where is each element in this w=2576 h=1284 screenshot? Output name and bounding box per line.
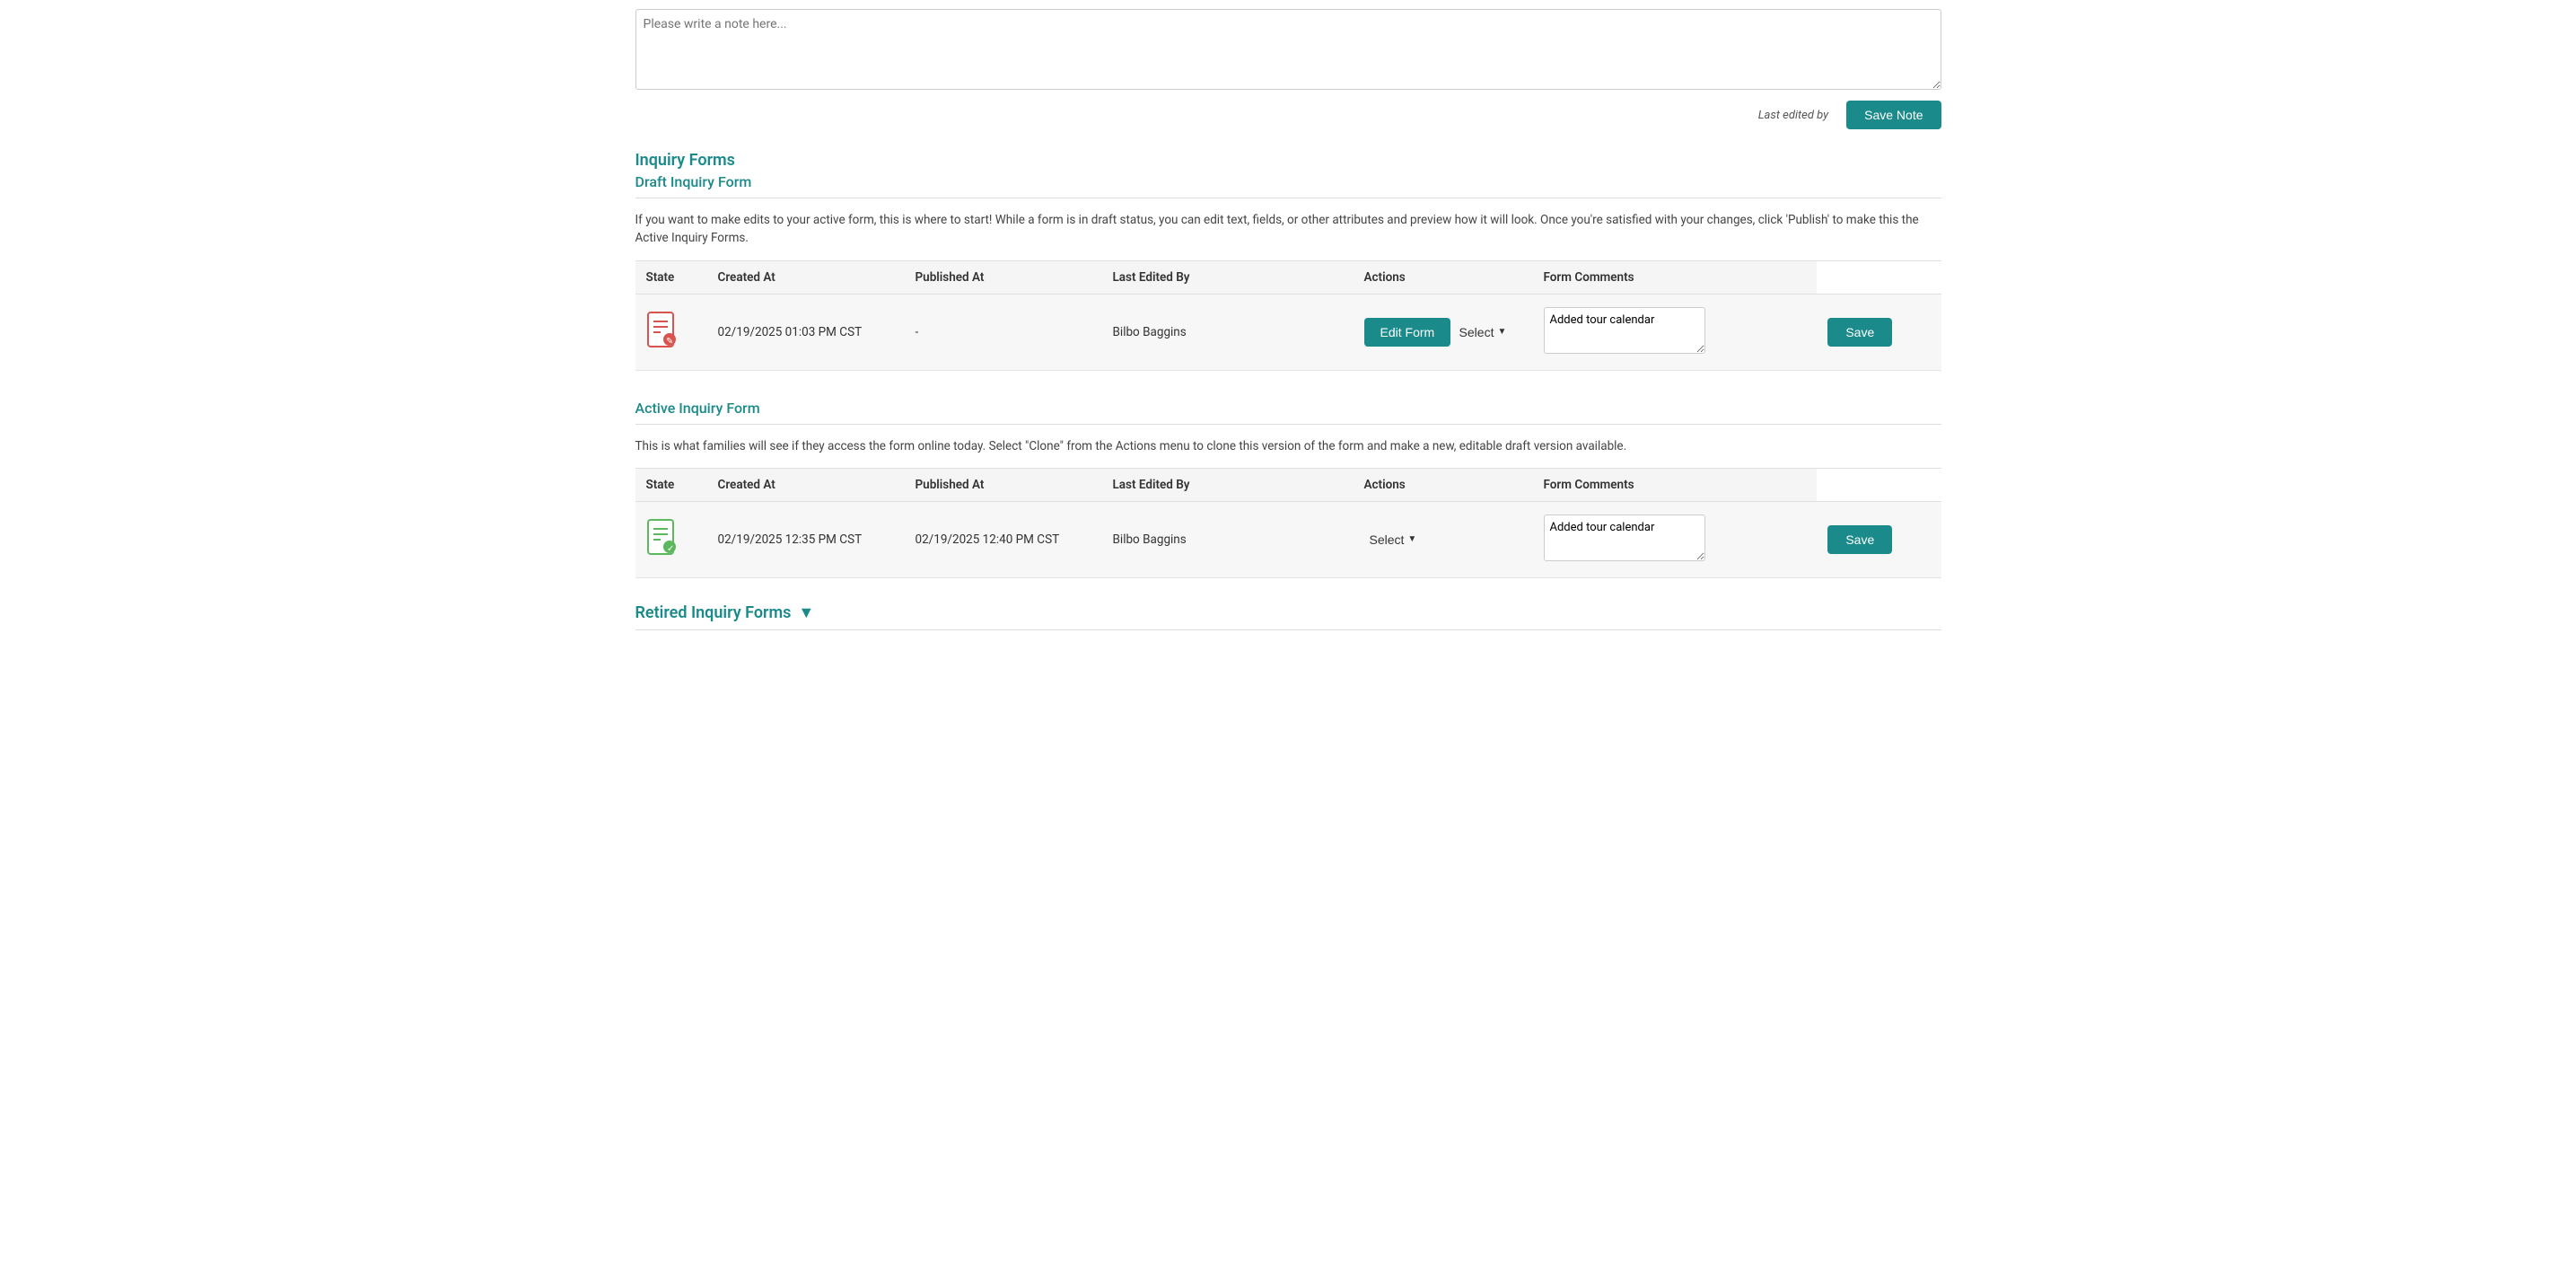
draft-select-chevron-icon: ▼ <box>1497 327 1506 337</box>
active-state-cell: ✓ <box>635 501 707 577</box>
svg-text:✎: ✎ <box>666 337 673 347</box>
draft-select-button[interactable]: Select ▼ <box>1454 318 1512 347</box>
th-draft-created: Created At <box>707 260 905 294</box>
note-textarea[interactable] <box>635 9 1941 90</box>
draft-comment-cell: Added tour calendar <box>1533 294 1818 370</box>
retired-title-text: Retired Inquiry Forms <box>635 603 792 622</box>
inquiry-forms-title: Inquiry Forms <box>635 151 1941 170</box>
svg-text:✓: ✓ <box>667 544 674 554</box>
active-table-row: ✓ 02/19/2025 12:35 PM CST 02/19/2025 12:… <box>635 501 1941 577</box>
th-draft-comments: Form Comments <box>1533 260 1818 294</box>
draft-description: If you want to make edits to your active… <box>635 211 1941 248</box>
last-edited-label: Last edited by <box>1758 109 1828 122</box>
draft-state-cell: ✎ <box>635 294 707 370</box>
th-draft-last-edited: Last Edited By <box>1102 260 1354 294</box>
active-save-cell: Save <box>1817 501 1941 577</box>
active-save-button[interactable]: Save <box>1827 525 1892 554</box>
draft-table-row: ✎ 02/19/2025 01:03 PM CST - Bilbo Baggin… <box>635 294 1941 370</box>
active-comment-cell: Added tour calendar <box>1533 501 1818 577</box>
draft-created-at: 02/19/2025 01:03 PM CST <box>707 294 905 370</box>
active-icon: ✓ <box>646 518 679 558</box>
th-active-actions: Actions <box>1354 468 1533 501</box>
active-inquiry-form-subtitle: Active Inquiry Form <box>635 400 1941 417</box>
th-draft-actions: Actions <box>1354 260 1533 294</box>
th-draft-published: Published At <box>905 260 1102 294</box>
note-section: Last edited by Save Note <box>635 0 1941 129</box>
save-note-button[interactable]: Save Note <box>1846 101 1941 129</box>
th-active-last-edited: Last Edited By <box>1102 468 1354 501</box>
draft-published-at: - <box>905 294 1102 370</box>
retired-chevron-icon: ▼ <box>798 603 814 622</box>
edit-form-button[interactable]: Edit Form <box>1364 318 1451 347</box>
draft-actions-cell: Edit Form Select ▼ <box>1354 294 1533 370</box>
active-actions-cell: Select ▼ <box>1354 501 1533 577</box>
retired-divider <box>635 629 1941 630</box>
active-divider <box>635 424 1941 425</box>
th-active-state: State <box>635 468 707 501</box>
active-description: This is what families will see if they a… <box>635 437 1941 455</box>
draft-icon: ✎ <box>646 311 679 350</box>
th-active-comments: Form Comments <box>1533 468 1818 501</box>
active-select-button[interactable]: Select ▼ <box>1364 525 1423 554</box>
draft-save-cell: Save <box>1817 294 1941 370</box>
active-created-at: 02/19/2025 12:35 PM CST <box>707 501 905 577</box>
active-published-at: 02/19/2025 12:40 PM CST <box>905 501 1102 577</box>
active-forms-table: State Created At Published At Last Edite… <box>635 468 1941 578</box>
draft-inquiry-form-subtitle: Draft Inquiry Form <box>635 173 1941 190</box>
retired-inquiry-forms-title[interactable]: Retired Inquiry Forms ▼ <box>635 603 1941 622</box>
draft-last-edited-by: Bilbo Baggins <box>1102 294 1354 370</box>
draft-save-button[interactable]: Save <box>1827 318 1892 347</box>
th-active-published: Published At <box>905 468 1102 501</box>
active-last-edited-by: Bilbo Baggins <box>1102 501 1354 577</box>
th-draft-state: State <box>635 260 707 294</box>
active-select-chevron-icon: ▼ <box>1407 534 1416 544</box>
draft-comment-textarea[interactable]: Added tour calendar <box>1544 307 1705 354</box>
th-active-created: Created At <box>707 468 905 501</box>
active-comment-textarea[interactable]: Added tour calendar <box>1544 514 1705 561</box>
draft-forms-table: State Created At Published At Last Edite… <box>635 260 1941 371</box>
